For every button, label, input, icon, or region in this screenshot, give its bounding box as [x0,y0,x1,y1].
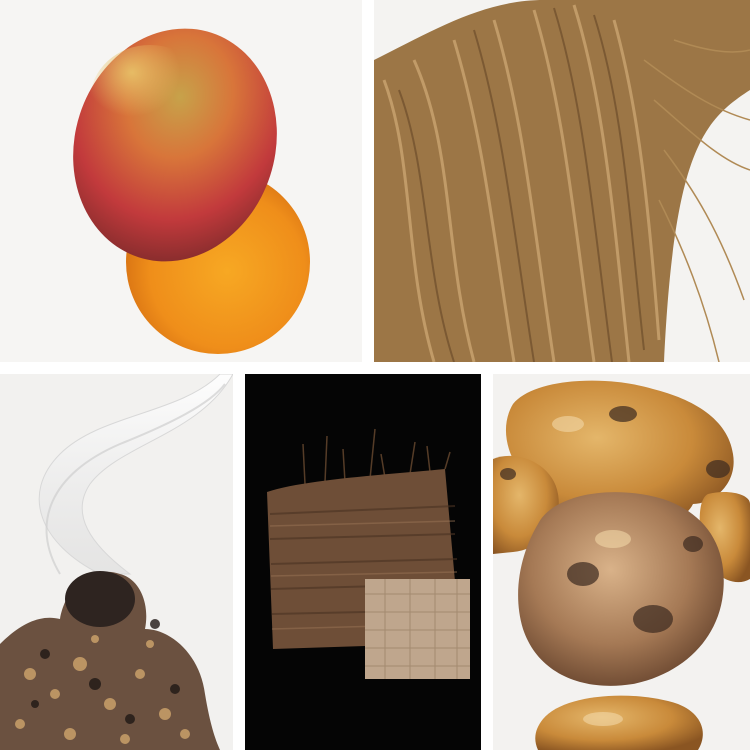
incense-resin-photo [0,374,233,750]
amber-illustration [493,374,750,750]
incense-illustration [0,374,233,750]
roots-photo [374,0,750,362]
mango-photo [0,0,362,362]
papyrus-photo [245,374,481,750]
amber-resin-photo [493,374,750,750]
image-collage [0,0,750,750]
roots-illustration [374,0,750,362]
papyrus-illustration [245,374,481,750]
mango-illustration [0,0,362,362]
